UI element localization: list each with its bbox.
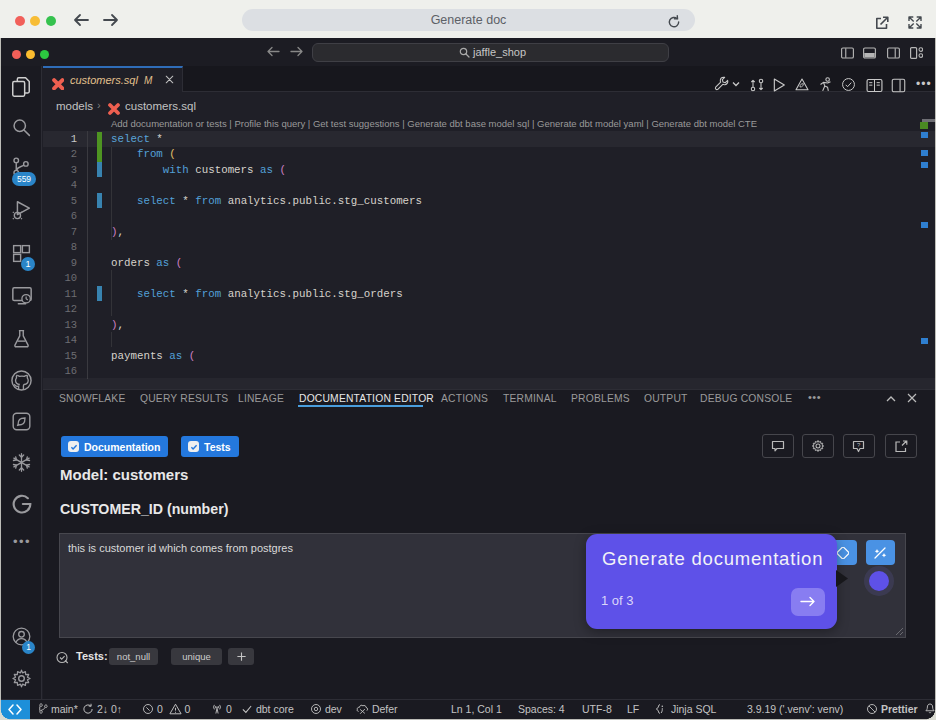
svg-text:?: ? bbox=[857, 442, 861, 448]
